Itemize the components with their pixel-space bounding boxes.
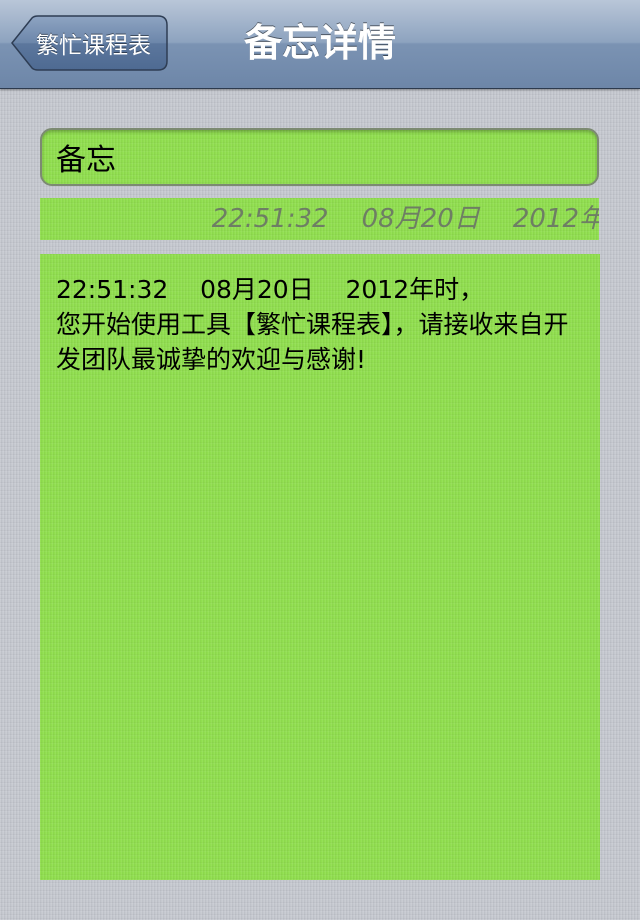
memo-timestamp-strip: 22:51:32 08月20日 2012年: [40, 198, 599, 240]
memo-title-field[interactable]: 备忘: [40, 128, 599, 186]
back-button-label: 繁忙课程表: [36, 33, 151, 59]
back-button[interactable]: 繁忙课程表: [10, 15, 168, 71]
page-title: 备忘详情: [243, 21, 396, 65]
memo-timestamp: 22:51:32 08月20日 2012年: [211, 204, 599, 234]
memo-content-area[interactable]: 22:51:32 08月20日 2012年时， 您开始使用工具【繁忙课程表】，请…: [40, 254, 600, 880]
navigation-bar: 繁忙课程表 备忘详情: [0, 0, 640, 89]
